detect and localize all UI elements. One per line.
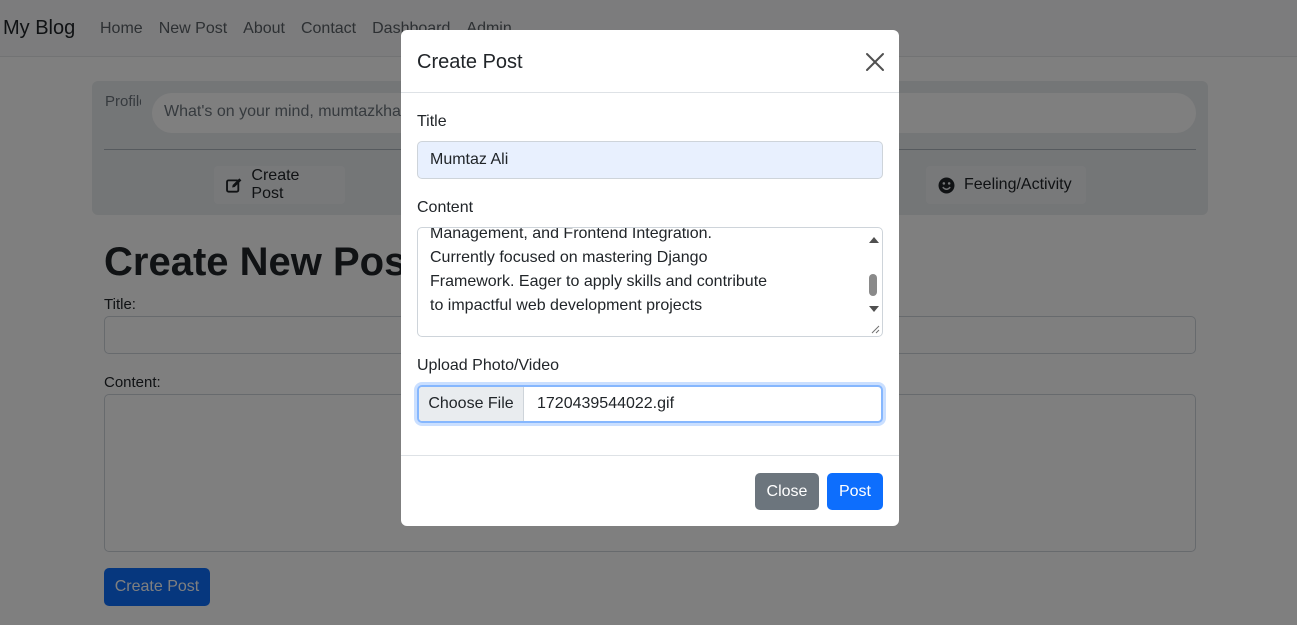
content-text: Management, and Frontend Integration. Cu… <box>430 227 860 318</box>
modal-content-label: Content <box>417 199 474 216</box>
selected-file-name: 1720439544022.gif <box>537 395 675 412</box>
content-line: Management, and Frontend Integration. <box>430 227 712 242</box>
scrollbar-thumb[interactable] <box>869 274 877 296</box>
modal-title: Create Post <box>417 51 523 73</box>
close-button[interactable]: Close <box>755 473 819 510</box>
content-scrollbar[interactable] <box>866 229 881 335</box>
modal-footer: Close Post <box>401 455 899 526</box>
choose-file-button[interactable]: Choose File <box>419 387 524 421</box>
close-icon[interactable] <box>864 51 886 73</box>
post-button[interactable]: Post <box>827 473 883 510</box>
modal-header: Create Post <box>401 30 899 93</box>
resize-handle-icon[interactable] <box>871 325 880 334</box>
modal-title-label: Title <box>417 113 447 130</box>
modal-title-input[interactable]: Mumtaz Ali <box>417 141 883 179</box>
file-upload-input[interactable]: Choose File 1720439544022.gif <box>417 385 883 423</box>
content-line: Currently focused on mastering Django <box>430 249 708 266</box>
upload-label: Upload Photo/Video <box>417 357 560 374</box>
content-line: Framework. Eager to apply skills and con… <box>430 273 768 290</box>
create-post-modal: Create Post Title Mumtaz Ali Content Man… <box>401 30 899 526</box>
scroll-up-arrow-icon[interactable] <box>869 237 879 243</box>
content-line: to impactful web development projects <box>430 297 703 314</box>
scroll-down-arrow-icon[interactable] <box>869 306 879 312</box>
modal-content-textarea[interactable]: Management, and Frontend Integration. Cu… <box>417 227 883 337</box>
